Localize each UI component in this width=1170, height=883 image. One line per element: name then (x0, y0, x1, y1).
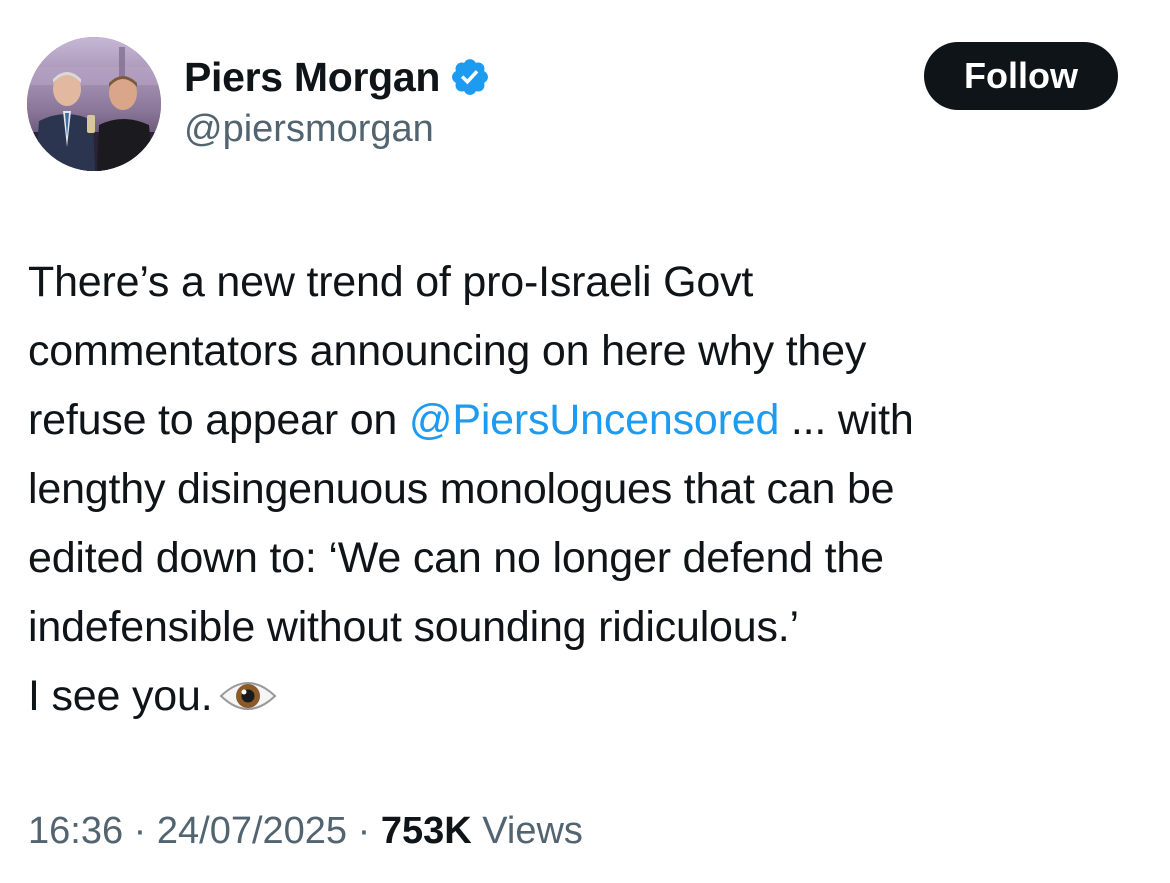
tweet-text-segment: refuse to appear on (28, 396, 409, 444)
tweet-date[interactable]: 24/07/2025 (157, 810, 347, 852)
separator: · (347, 810, 381, 852)
follow-button[interactable]: Follow (924, 42, 1118, 110)
mention-link[interactable]: @PiersUncensored (409, 396, 779, 444)
tweet-text-line: lengthy disingenuous monologues that can… (28, 465, 895, 513)
avatar[interactable] (27, 37, 161, 171)
separator: · (123, 810, 157, 852)
name-row: Piers Morgan (184, 52, 491, 102)
display-name[interactable]: Piers Morgan (184, 54, 440, 101)
tweet-text-line: There’s a new trend of pro-Israeli Govt (28, 258, 754, 306)
tweet-text-line: I see you. (28, 662, 1138, 731)
tweet-text-segment: ... with (779, 396, 914, 444)
eye-icon (218, 676, 278, 716)
verified-badge-icon (449, 56, 491, 98)
views-label: Views (471, 810, 583, 852)
tweet-text-line: edited down to: ‘We can no longer defend… (28, 534, 884, 582)
tweet-text-line: indefensible without sounding ridiculous… (28, 603, 799, 651)
tweet-meta: 16:36 · 24/07/2025 · 753K Views (28, 810, 583, 853)
tweet-time[interactable]: 16:36 (28, 810, 123, 852)
tweet-text: There’s a new trend of pro-Israeli Govt … (28, 248, 1138, 731)
views-count: 753K (380, 810, 472, 852)
tweet-text-segment: I see you. (28, 672, 213, 720)
user-handle[interactable]: @piersmorgan (184, 108, 434, 151)
tweet-text-line: commentators announcing on here why they (28, 327, 867, 375)
avatar-image (27, 37, 161, 171)
tweet: Piers Morgan @piersmorgan Follow There’s… (0, 0, 1170, 883)
tweet-text-line: refuse to appear on @PiersUncensored ...… (28, 386, 1138, 455)
